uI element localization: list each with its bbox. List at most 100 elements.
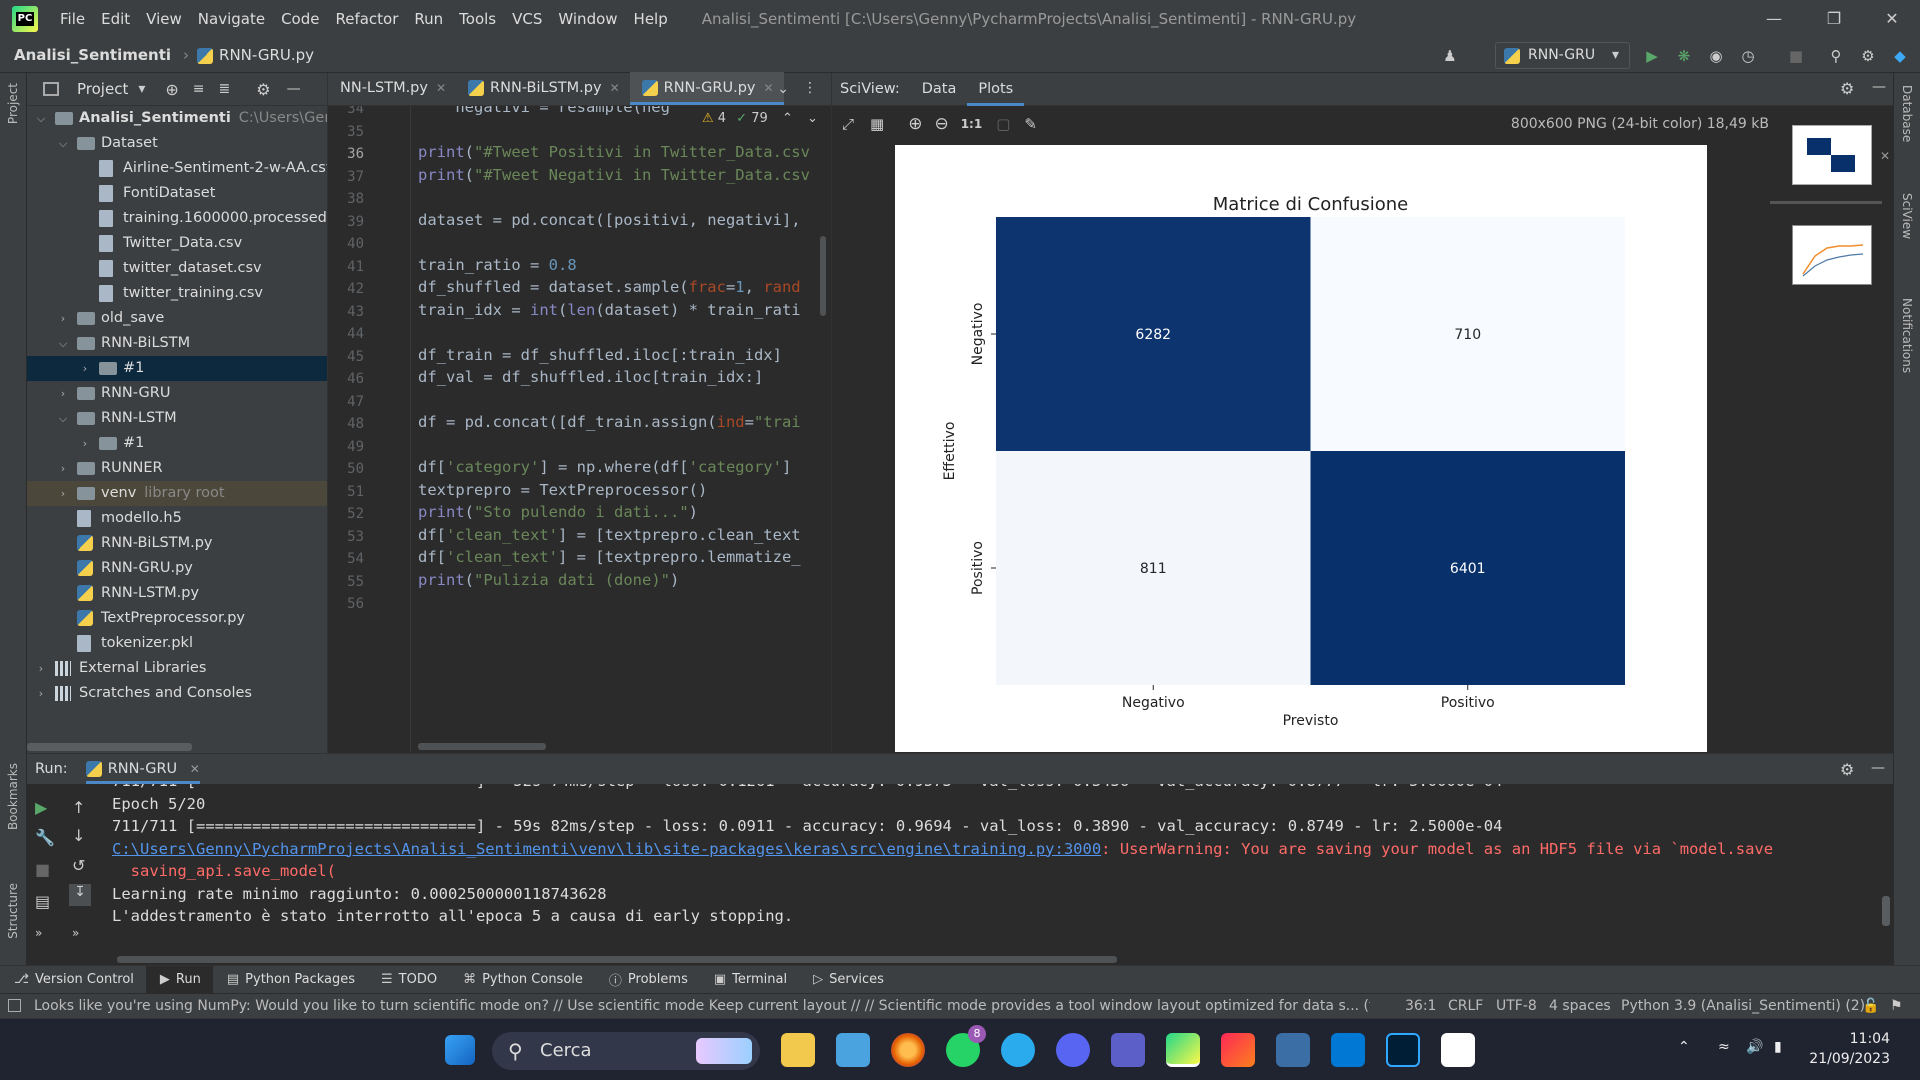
minimize-button[interactable]: — — [1746, 0, 1802, 38]
zoom-in-icon[interactable]: ⊕ — [908, 114, 922, 134]
menu-run[interactable]: Run — [406, 10, 451, 28]
inspection-widget[interactable]: ⚠ 4 ✓ 79 ⌃ ⌄ — [698, 111, 822, 126]
bottom-tab[interactable]: ⓘ Problems — [595, 966, 700, 994]
tree-item[interactable]: FontiDataset — [27, 181, 327, 206]
tree-item[interactable]: ⌵ Analisi_SentimentiC:\Users\Genny\ — [27, 106, 327, 131]
chevron-right-icon[interactable]: › — [35, 681, 47, 706]
tree-item[interactable]: › Scratches and Consoles — [27, 681, 327, 706]
hide-panel-icon[interactable]: — — [287, 81, 301, 97]
tree-item[interactable]: tokenizer.pkl — [27, 631, 327, 656]
tree-item[interactable]: › #1 — [27, 356, 327, 381]
tree-item[interactable]: › old_save — [27, 306, 327, 331]
chevron-right-icon[interactable]: › — [57, 481, 69, 506]
fit-to-window-icon[interactable]: ⤢ — [842, 115, 854, 133]
bottom-tab[interactable]: ▣ Terminal — [700, 966, 799, 994]
tree-item[interactable]: twitter_training.csv — [27, 281, 327, 306]
tree-item[interactable]: modello.h5 — [27, 506, 327, 531]
tree-item[interactable]: ⌵ RNN-LSTM — [27, 406, 327, 431]
zoom-out-icon[interactable]: ⊖ — [934, 114, 948, 134]
collapse-all-icon[interactable]: ≣ — [219, 81, 231, 97]
volume-icon[interactable]: 🔊 — [1746, 1039, 1763, 1055]
sciview-tab-data[interactable]: Data — [911, 73, 968, 106]
toolbox-icon[interactable]: ◆ — [1890, 46, 1910, 66]
chevron-down-icon[interactable]: ⌵ — [57, 406, 69, 431]
menu-window[interactable]: Window — [550, 10, 625, 28]
tree-item[interactable]: RNN-GRU.py — [27, 556, 327, 581]
project-panel-title[interactable]: Project — [77, 80, 128, 98]
editor-tab[interactable]: RNN-BiLSTM.py ✕ — [456, 72, 630, 105]
discord-icon[interactable] — [1056, 1033, 1090, 1067]
file-explorer-icon[interactable] — [781, 1033, 815, 1067]
notion-icon[interactable] — [1441, 1033, 1475, 1067]
menu-file[interactable]: File — [52, 10, 93, 28]
coverage-icon[interactable]: ◉ — [1706, 46, 1726, 66]
tree-item[interactable]: twitter_dataset.csv — [27, 256, 327, 281]
database-tool-button[interactable]: Database — [1900, 85, 1914, 142]
intellij-icon[interactable] — [1221, 1033, 1255, 1067]
run-settings-gear-icon[interactable]: ⚙ — [1840, 760, 1854, 779]
bottom-tab[interactable]: ▷ Services — [799, 966, 896, 994]
horizontal-scrollbar[interactable] — [27, 743, 192, 751]
tab-list-chevron-icon[interactable]: ⌄ — [777, 81, 789, 97]
bookmarks-tool-button[interactable]: Bookmarks — [6, 763, 20, 830]
breadcrumb-file[interactable]: RNN-GRU.py — [195, 46, 320, 64]
tree-item[interactable]: ⌵ Dataset — [27, 131, 327, 156]
chevron-right-icon[interactable]: › — [79, 356, 91, 381]
status-toggle-icon[interactable] — [8, 999, 21, 1012]
bottom-tab[interactable]: ⎇ Version Control — [0, 966, 146, 994]
run-icon[interactable]: ▶ — [1642, 46, 1662, 66]
visual-studio-installer-icon[interactable] — [1276, 1033, 1310, 1067]
tree-item[interactable]: TextPreprocessor.py — [27, 606, 327, 631]
chevron-right-icon[interactable]: › — [57, 456, 69, 481]
close-thumbnail-icon[interactable]: ✕ — [1880, 149, 1890, 163]
notifications-icon[interactable]: ⚑ — [1890, 994, 1903, 1018]
console-file-link[interactable]: C:\Users\Genny\PycharmProjects\Analisi_S… — [112, 840, 1101, 858]
bottom-tab[interactable]: ▤ Python Packages — [213, 966, 367, 994]
console-horizontal-scrollbar[interactable] — [117, 956, 1117, 963]
telegram-icon[interactable] — [1001, 1033, 1035, 1067]
sciview-tab-plots[interactable]: Plots — [967, 73, 1025, 106]
lock-icon[interactable]: 🔓 — [1862, 994, 1879, 1018]
restore-button[interactable]: ❐ — [1806, 0, 1862, 38]
menu-vcs[interactable]: VCS — [504, 10, 550, 28]
bottom-tab[interactable]: ⌘ Python Console — [449, 966, 595, 994]
sciview-settings-gear-icon[interactable]: ⚙ — [1840, 79, 1854, 98]
chevron-down-icon[interactable]: ⌵ — [57, 131, 69, 156]
indent-setting[interactable]: 4 spaces — [1549, 994, 1611, 1018]
taskbar-search[interactable]: ⚲ Cerca — [492, 1032, 760, 1070]
notifications-tool-button[interactable]: Notifications — [1900, 298, 1914, 373]
tree-item[interactable]: › RNN-GRU — [27, 381, 327, 406]
chevron-right-icon[interactable]: › — [57, 381, 69, 406]
clock-time[interactable]: 11:04 — [1820, 1031, 1890, 1047]
vertical-scrollbar[interactable] — [820, 236, 826, 316]
chevron-right-icon[interactable]: › — [79, 431, 91, 456]
whatsapp-icon[interactable]: 8 — [946, 1025, 986, 1067]
line-separator[interactable]: CRLF — [1448, 994, 1483, 1018]
editor-tab[interactable]: NN-LSTM.py ✕ — [328, 72, 456, 105]
menu-edit[interactable]: Edit — [93, 10, 138, 28]
profile-icon[interactable]: ◷ — [1738, 46, 1758, 66]
settings-gear-icon[interactable]: ⚙ — [1858, 46, 1878, 66]
menu-view[interactable]: View — [138, 10, 190, 28]
next-highlight-icon[interactable]: ⌄ — [807, 111, 818, 126]
tree-item[interactable]: Airline-Sentiment-2-w-AA.csv — [27, 156, 327, 181]
tree-item[interactable]: › External Libraries — [27, 656, 327, 681]
console-output[interactable]: 711/711 [==============================]… — [27, 784, 1893, 966]
options-gear-icon[interactable]: ⚙ — [256, 80, 270, 99]
menu-navigate[interactable]: Navigate — [190, 10, 273, 28]
tab-more-icon[interactable]: ⋮ — [803, 80, 817, 96]
caret-position[interactable]: 36:1 — [1405, 994, 1436, 1018]
breadcrumb-project[interactable]: Analisi_Sentimenti — [8, 46, 177, 64]
vscode-icon[interactable] — [1331, 1033, 1365, 1067]
run-config-tab[interactable]: RNN-GRU ✕ — [85, 754, 200, 784]
color-picker-icon[interactable]: ✎ — [1024, 115, 1037, 133]
console-vertical-scrollbar[interactable] — [1882, 896, 1890, 926]
photoshop-icon[interactable] — [1386, 1033, 1420, 1067]
chevron-right-icon[interactable]: › — [35, 656, 47, 681]
plot-thumbnail-training-curve[interactable] — [1792, 225, 1872, 285]
firefox-icon[interactable] — [891, 1033, 925, 1067]
chevron-down-icon[interactable]: ⌵ — [35, 106, 47, 131]
battery-icon[interactable]: ▮ — [1774, 1039, 1782, 1055]
close-window-button[interactable]: ✕ — [1864, 0, 1920, 38]
code-area[interactable]: 34 negativi = resample(neg 35 36 print("#Tw… — [328, 106, 832, 753]
